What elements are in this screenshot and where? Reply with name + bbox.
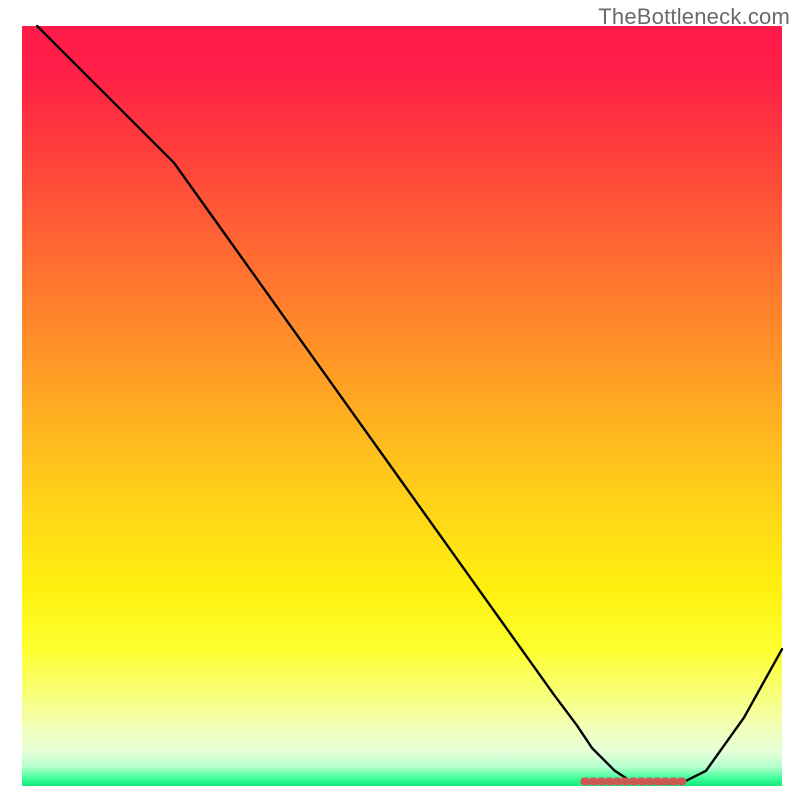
watermark-text: TheBottleneck.com: [598, 4, 790, 30]
gradient-background: [22, 26, 782, 786]
bottleneck-curve-chart: [0, 0, 800, 800]
chart-container: TheBottleneck.com: [0, 0, 800, 800]
